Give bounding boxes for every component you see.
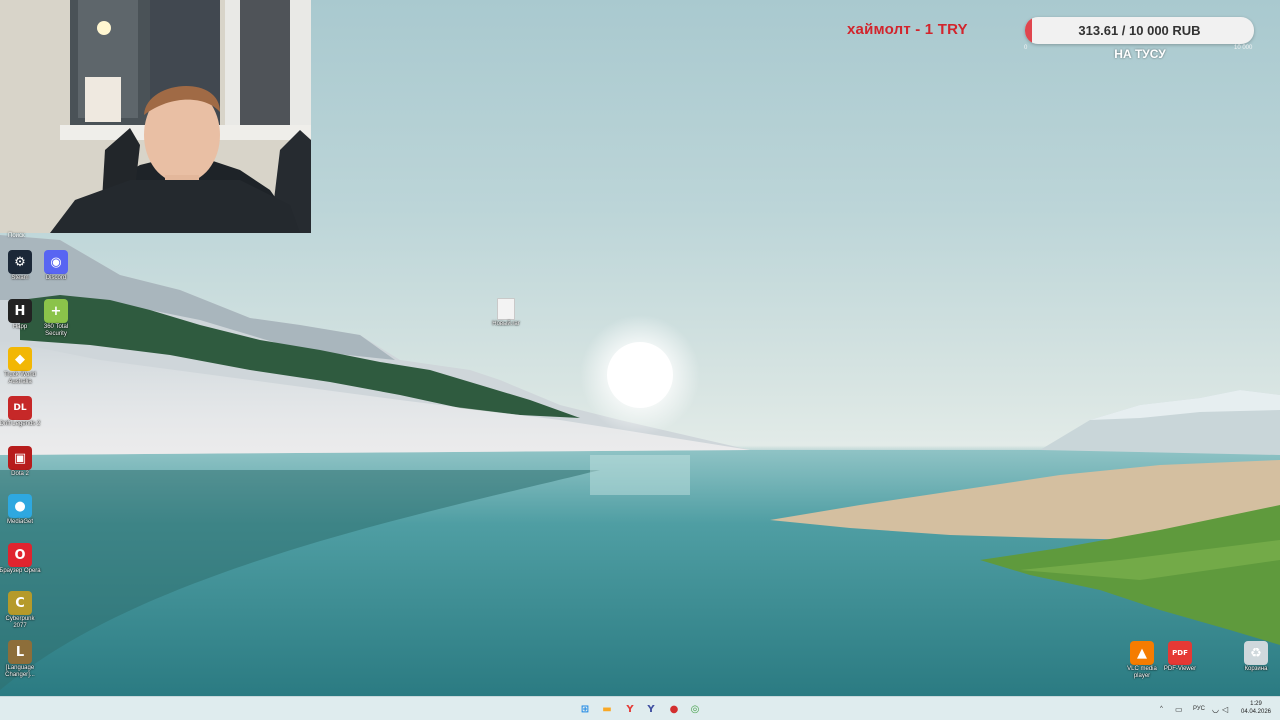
desktop-icon-label: Браузер Opera — [0, 568, 41, 574]
desktop-icon-opera[interactable]: O Браузер Opera — [0, 543, 41, 575]
taskbar-yandex-button[interactable]: Y — [622, 701, 638, 717]
clock[interactable]: 1:29 04.04.2026 — [1238, 700, 1274, 716]
network-icon[interactable]: ▭ — [1175, 697, 1183, 720]
chrome-icon: ◎ — [690, 703, 700, 715]
desktop-icon-label: Dota 2 — [11, 471, 29, 477]
discord-icon: ◉ — [44, 250, 68, 274]
desktop-icon-discord[interactable]: ◉ Discord — [36, 250, 76, 282]
desktop-icon-label: Корзина — [1244, 666, 1268, 672]
desktop-icon-language-changer[interactable]: L [Language Changer]... — [0, 640, 40, 679]
desktop-file-new-rar[interactable]: Новый.rar — [486, 298, 526, 328]
windows-start-icon: ⊞ — [580, 703, 590, 715]
desktop-icon-label: Truck World Australia — [3, 372, 36, 385]
dota-icon: ▣ — [8, 446, 32, 470]
desktop-icon-label: [Language Changer]... — [5, 665, 35, 678]
drift-legends-icon: DL — [8, 396, 32, 420]
mediaget-icon: ● — [8, 494, 32, 518]
desktop-icon-recycle-bin[interactable]: ♻ Корзина — [1236, 641, 1276, 673]
desktop-icon-vlc-cone[interactable]: ▲ VLC media player — [1122, 641, 1162, 680]
desktop-icon-label: Cyberpunk 2077 — [5, 616, 35, 629]
desktop-icon-mediaget[interactable]: ● MediaGet — [0, 494, 40, 526]
shield-plus-icon: + — [44, 299, 68, 323]
recycle-bin-icon: ♻ — [1244, 641, 1268, 665]
goal-amount-text: 313.61 / 10 000 RUB — [1078, 23, 1201, 38]
cyberpunk-icon: C — [8, 591, 32, 615]
webcam-overlay — [0, 0, 311, 233]
desktop-icon-drift-legends[interactable]: DL Drift Legends 2 — [0, 396, 40, 428]
search-shortcut-label[interactable]: Поиск — [8, 233, 25, 239]
pdf-icon: PDF — [1168, 641, 1192, 665]
steam-icon: ⚙ — [8, 250, 32, 274]
folder-icon: ▬ — [602, 703, 612, 715]
goal-max-label: 10 000 — [1234, 45, 1253, 51]
desktop-icon-dota[interactable]: ▣ Dota 2 — [0, 446, 40, 478]
taskbar-app-y-button[interactable]: Y — [643, 701, 659, 717]
vlc-cone-icon: ▲ — [1130, 641, 1154, 665]
desktop-icon-label: 360 Total Security — [43, 324, 69, 337]
tray-overflow-chevron[interactable]: ^ — [1160, 697, 1163, 720]
desktop-icon-label: Discord — [45, 275, 67, 281]
desktop-icon-pdf[interactable]: PDF PDF-Viewer — [1160, 641, 1200, 673]
taskbar-start-button[interactable]: ⊞ — [577, 701, 593, 717]
language-indicator[interactable]: РУС — [1193, 697, 1205, 720]
desktop-icon-truck-sign[interactable]: ◆ Truck World Australia — [0, 347, 40, 386]
desktop-icon-label: PDF-Viewer — [1163, 666, 1197, 672]
language-changer-icon: L — [8, 640, 32, 664]
taskbar-chrome-button[interactable]: ◎ — [687, 701, 703, 717]
taskbar: ⊞ ▬ Y Y ● ◎ ^ ▭ РУС ◡ ◁ 1:29 04.04.2026 — [0, 696, 1280, 720]
taskbar-explorer-button[interactable]: ▬ — [599, 701, 615, 717]
clock-date: 04.04.2026 — [1240, 709, 1272, 715]
desktop-file-label: Новый.rar — [492, 321, 520, 327]
desktop-icon-label: MediaGet — [6, 519, 33, 525]
truck-sign-icon: ◆ — [8, 347, 32, 371]
desktop-icon-label: Drift Legends 2 — [0, 421, 41, 427]
taskbar-app-red-button[interactable]: ● — [666, 701, 682, 717]
desktop-icon-shield-plus[interactable]: +360 Total Security — [36, 299, 76, 338]
goal-caption: НА ТУСУ — [1114, 47, 1166, 61]
opera-icon: O — [8, 543, 32, 567]
clock-time: 1:29 — [1250, 701, 1262, 707]
speaker-icon[interactable]: ◁ — [1222, 697, 1228, 720]
goal-min-label: 0 — [1024, 45, 1028, 51]
goal-progress-bar: 313.61 / 10 000 RUB — [1025, 17, 1254, 44]
y-app-icon: Y — [647, 703, 655, 715]
yandex-browser-icon: Y — [626, 703, 634, 715]
file-icon — [497, 298, 515, 320]
red-app-icon: ● — [669, 703, 679, 715]
streamer-webcam-image — [0, 0, 311, 233]
desktop-icon-cyberpunk[interactable]: C Cyberpunk 2077 — [0, 591, 40, 630]
wifi-icon[interactable]: ◡ — [1212, 697, 1219, 720]
happ-icon: H — [8, 299, 32, 323]
goal-title: хаймолт - 1 TRY — [847, 21, 968, 38]
